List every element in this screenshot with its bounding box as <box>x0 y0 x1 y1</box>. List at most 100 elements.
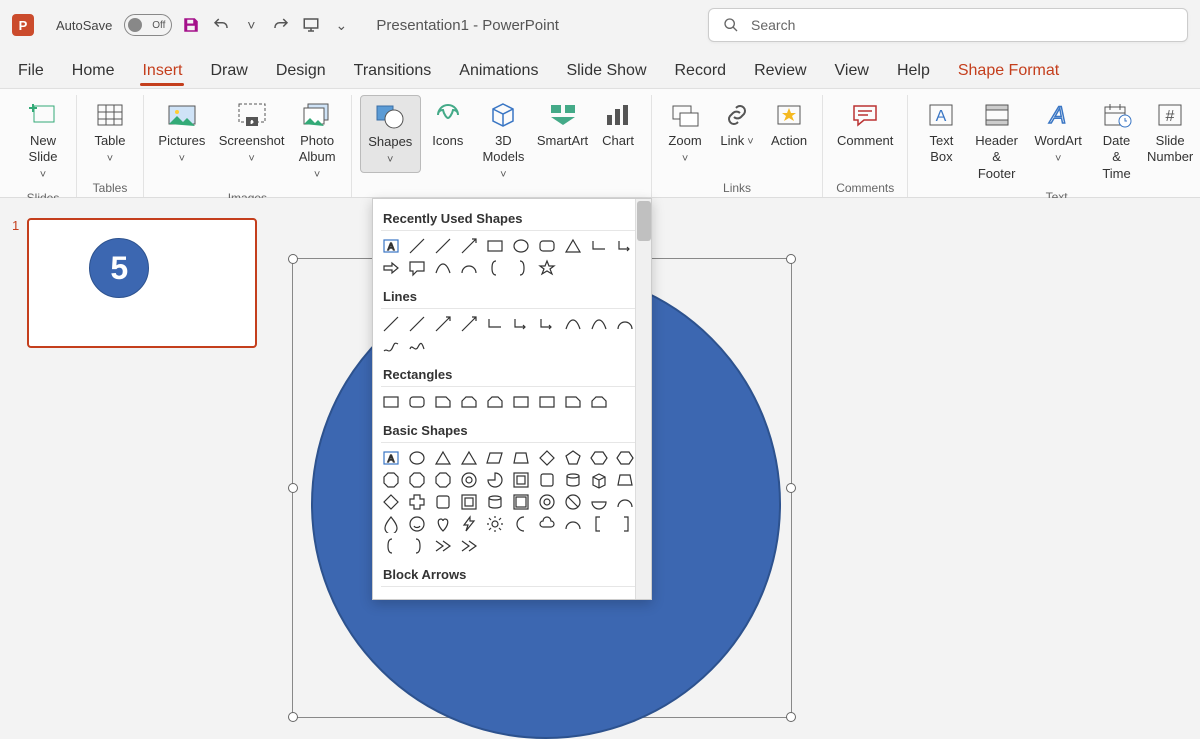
tab-shape-format[interactable]: Shape Format <box>956 58 1061 88</box>
shape-oct[interactable] <box>433 471 453 489</box>
undo-dropdown-icon[interactable]: ˅ <box>240 14 262 36</box>
tab-design[interactable]: Design <box>274 58 328 88</box>
shape-cyl[interactable] <box>563 471 583 489</box>
resize-handle[interactable] <box>288 483 298 493</box>
shape-arrowline[interactable] <box>459 315 479 333</box>
tab-insert[interactable]: Insert <box>140 58 184 88</box>
shape-chevr[interactable] <box>433 537 453 555</box>
shape-lbrace[interactable] <box>485 259 505 277</box>
shape-donut[interactable] <box>459 471 479 489</box>
shape-smiley[interactable] <box>407 515 427 533</box>
shape-bolt[interactable] <box>459 515 479 533</box>
photo-album-button[interactable]: Photo Album <box>292 95 343 187</box>
shape-heart[interactable] <box>433 515 453 533</box>
resize-handle[interactable] <box>786 254 796 264</box>
slide-thumbnail[interactable]: 5 <box>27 218 257 348</box>
scrollbar[interactable] <box>635 199 651 599</box>
shape-arrowline[interactable] <box>459 237 479 255</box>
shape-pie[interactable] <box>485 471 505 489</box>
search-input[interactable]: Search <box>708 8 1188 42</box>
shape-drop[interactable] <box>381 515 401 533</box>
shape-oct[interactable] <box>407 471 427 489</box>
tab-draw[interactable]: Draw <box>208 58 249 88</box>
zoom-button[interactable]: Zoom <box>660 95 710 171</box>
shape-rbrack[interactable] <box>615 515 635 533</box>
tab-review[interactable]: Review <box>752 58 808 88</box>
present-from-start-icon[interactable] <box>300 14 322 36</box>
shape-rbrace[interactable] <box>511 259 531 277</box>
shape-diamond[interactable] <box>381 493 401 511</box>
shape-roundrect[interactable] <box>537 237 557 255</box>
shape-arc[interactable] <box>459 259 479 277</box>
tab-animations[interactable]: Animations <box>457 58 540 88</box>
shape-chord[interactable] <box>589 493 609 511</box>
undo-icon[interactable] <box>210 14 232 36</box>
scrollbar-thumb[interactable] <box>637 201 651 241</box>
shape-snip2[interactable] <box>459 393 479 411</box>
action-button[interactable]: Action <box>764 95 814 153</box>
new-slide-button[interactable]: New Slide <box>18 95 68 187</box>
shape-para[interactable] <box>485 449 505 467</box>
tab-slideshow[interactable]: Slide Show <box>564 58 648 88</box>
pictures-button[interactable]: Pictures <box>152 95 212 171</box>
shapes-button[interactable]: Shapes <box>360 95 421 173</box>
shape-arc[interactable] <box>615 493 635 511</box>
shape-trap[interactable] <box>511 449 531 467</box>
shape-round1[interactable] <box>537 393 557 411</box>
shape-freeform[interactable] <box>381 337 401 355</box>
shape-can[interactable] <box>433 493 453 511</box>
shape-arc[interactable] <box>563 515 583 533</box>
shape-curve[interactable] <box>589 315 609 333</box>
shape-frame[interactable] <box>459 493 479 511</box>
shape-snip2[interactable] <box>589 393 609 411</box>
shape-scribble[interactable] <box>407 337 427 355</box>
resize-handle[interactable] <box>288 712 298 722</box>
shape-chevr[interactable] <box>459 537 479 555</box>
shape-elbowarr[interactable] <box>615 237 635 255</box>
shape-diamond[interactable] <box>537 449 557 467</box>
shape-tri[interactable] <box>433 449 453 467</box>
shape-textbox[interactable]: A <box>381 237 401 255</box>
shape-textbox[interactable]: A <box>381 449 401 467</box>
tab-view[interactable]: View <box>833 58 871 88</box>
shape-oval[interactable] <box>511 237 531 255</box>
shape-plus[interactable] <box>407 493 427 511</box>
chart-button[interactable]: Chart <box>593 95 643 153</box>
shape-elbowarr[interactable] <box>537 315 557 333</box>
shape-donut[interactable] <box>537 493 557 511</box>
shape-line[interactable] <box>407 315 427 333</box>
shape-lbrack[interactable] <box>589 515 609 533</box>
shape-not[interactable] <box>563 493 583 511</box>
shape-line[interactable] <box>381 315 401 333</box>
shape-round1[interactable] <box>511 393 531 411</box>
resize-handle[interactable] <box>288 254 298 264</box>
autosave-toggle[interactable]: Off <box>124 14 172 36</box>
shape-frame[interactable] <box>511 471 531 489</box>
shape-callout[interactable] <box>407 259 427 277</box>
shape-star[interactable] <box>537 259 557 277</box>
header-footer-button[interactable]: Header & Footer <box>968 95 1024 186</box>
slide-number-button[interactable]: #Slide Number <box>1144 95 1197 170</box>
shape-rbrace[interactable] <box>407 537 427 555</box>
shape-elbow[interactable] <box>589 237 609 255</box>
shape-moon[interactable] <box>511 515 531 533</box>
shape-line[interactable] <box>433 237 453 255</box>
shape-tri[interactable] <box>459 449 479 467</box>
shape-snip1[interactable] <box>563 393 583 411</box>
shape-cloud[interactable] <box>537 515 557 533</box>
shape-cube[interactable] <box>589 471 609 489</box>
shape-trap[interactable] <box>615 471 635 489</box>
table-button[interactable]: Table <box>85 95 135 171</box>
qat-dropdown-icon[interactable]: ⌄ <box>330 14 352 36</box>
shape-rarrow[interactable] <box>381 259 401 277</box>
shape-elbowarr[interactable] <box>511 315 531 333</box>
shape-tri[interactable] <box>563 237 583 255</box>
shape-sun[interactable] <box>485 515 505 533</box>
wordart-button[interactable]: AWordArt <box>1027 95 1090 171</box>
link-buttonળ=[interactable]: Link <box>712 95 762 154</box>
shape-rect[interactable] <box>381 393 401 411</box>
text-box-button[interactable]: AText Box <box>916 95 966 170</box>
shape-arc[interactable] <box>615 315 635 333</box>
shape-rect[interactable] <box>485 237 505 255</box>
resize-handle[interactable] <box>786 483 796 493</box>
